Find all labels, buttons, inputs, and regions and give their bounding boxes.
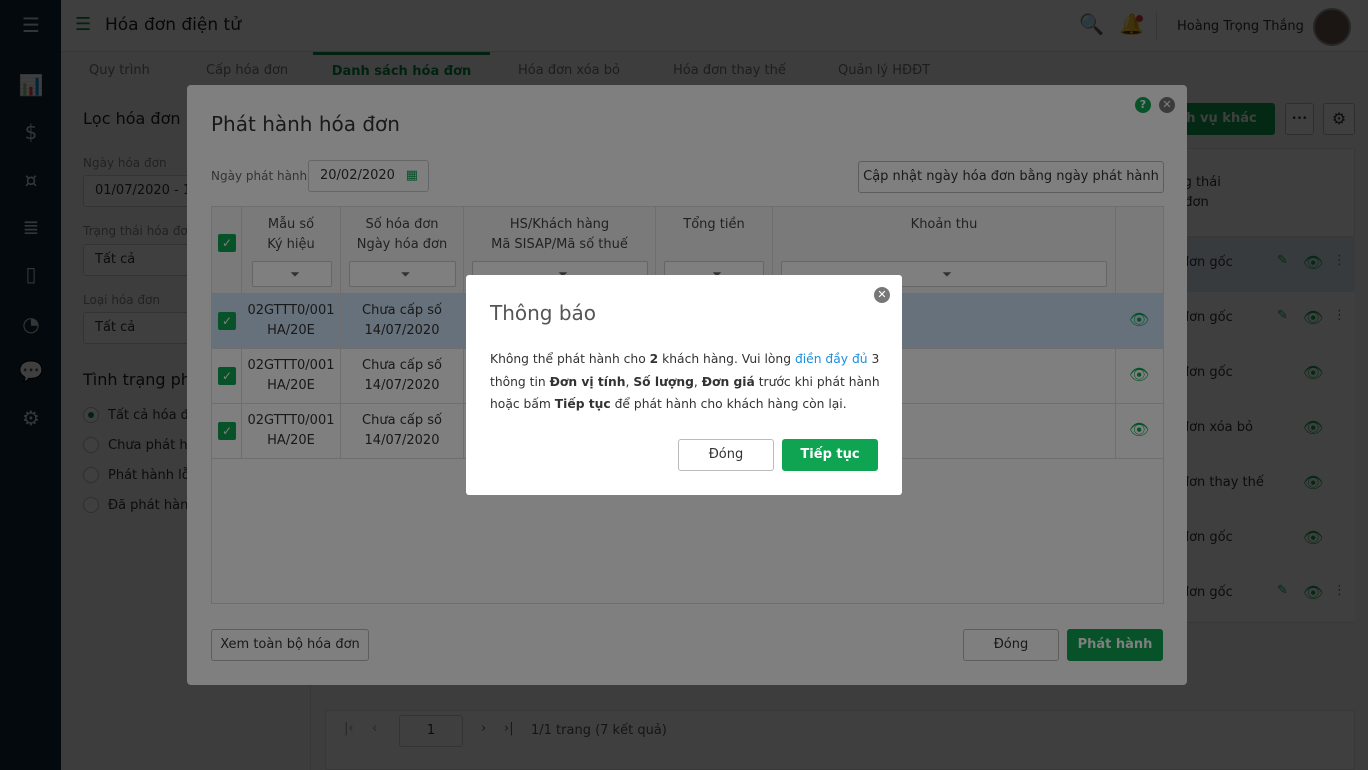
notice-message: Không thể phát hành cho 2 khách hàng. Vu… bbox=[490, 352, 880, 411]
fill-info-link[interactable]: điền đầy đủ bbox=[795, 352, 868, 366]
notice-dialog: ✕ Thông báo Không thể phát hành cho 2 kh… bbox=[466, 275, 902, 495]
continue-button[interactable]: Tiếp tục bbox=[782, 439, 878, 471]
close-icon[interactable]: ✕ bbox=[874, 287, 890, 303]
notice-title: Thông báo bbox=[490, 301, 597, 325]
notice-close-button[interactable]: Đóng bbox=[678, 439, 774, 471]
